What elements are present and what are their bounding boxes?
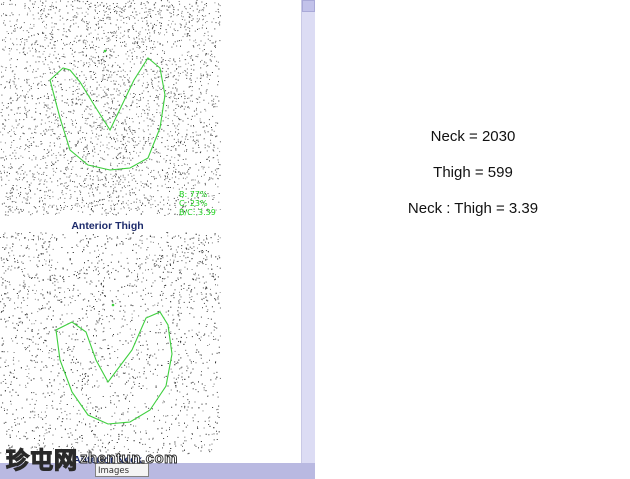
neck-count: Neck = 2030	[430, 128, 516, 145]
results-panel: Neck = 2030 Thigh = 599 Neck : Thigh = 3…	[316, 128, 630, 236]
uptake-stats: B: 77% C: 23% B/C: 3.39	[179, 190, 216, 217]
scan-panel: B: 77% C: 23% B/C: 3.39 Anterior Thigh A…	[0, 0, 301, 463]
scan-noise-top	[0, 0, 221, 216]
stat-ratio: B/C: 3.39	[179, 208, 216, 217]
neck-thigh-ratio: Neck : Thigh = 3.39	[407, 200, 539, 217]
watermark-en: zhentun.com	[80, 449, 178, 467]
scan-noise-bottom	[0, 232, 221, 455]
vertical-scrollbar[interactable]	[301, 0, 315, 463]
stat-c: C: 23%	[179, 199, 208, 208]
roi-contour-bottom	[55, 311, 173, 425]
vertical-scrollbar-thumb[interactable]	[302, 0, 315, 12]
caption-anterior-thigh: Anterior Thigh	[71, 220, 144, 232]
watermark-logo: 珍屯网 zhentun.com	[5, 440, 178, 476]
roi-marker-top	[103, 49, 107, 53]
stat-b: B: 77%	[179, 190, 208, 199]
thigh-count: Thigh = 599	[433, 164, 513, 181]
roi-marker-bottom	[111, 303, 115, 307]
watermark-cn: 珍屯网	[5, 447, 78, 474]
